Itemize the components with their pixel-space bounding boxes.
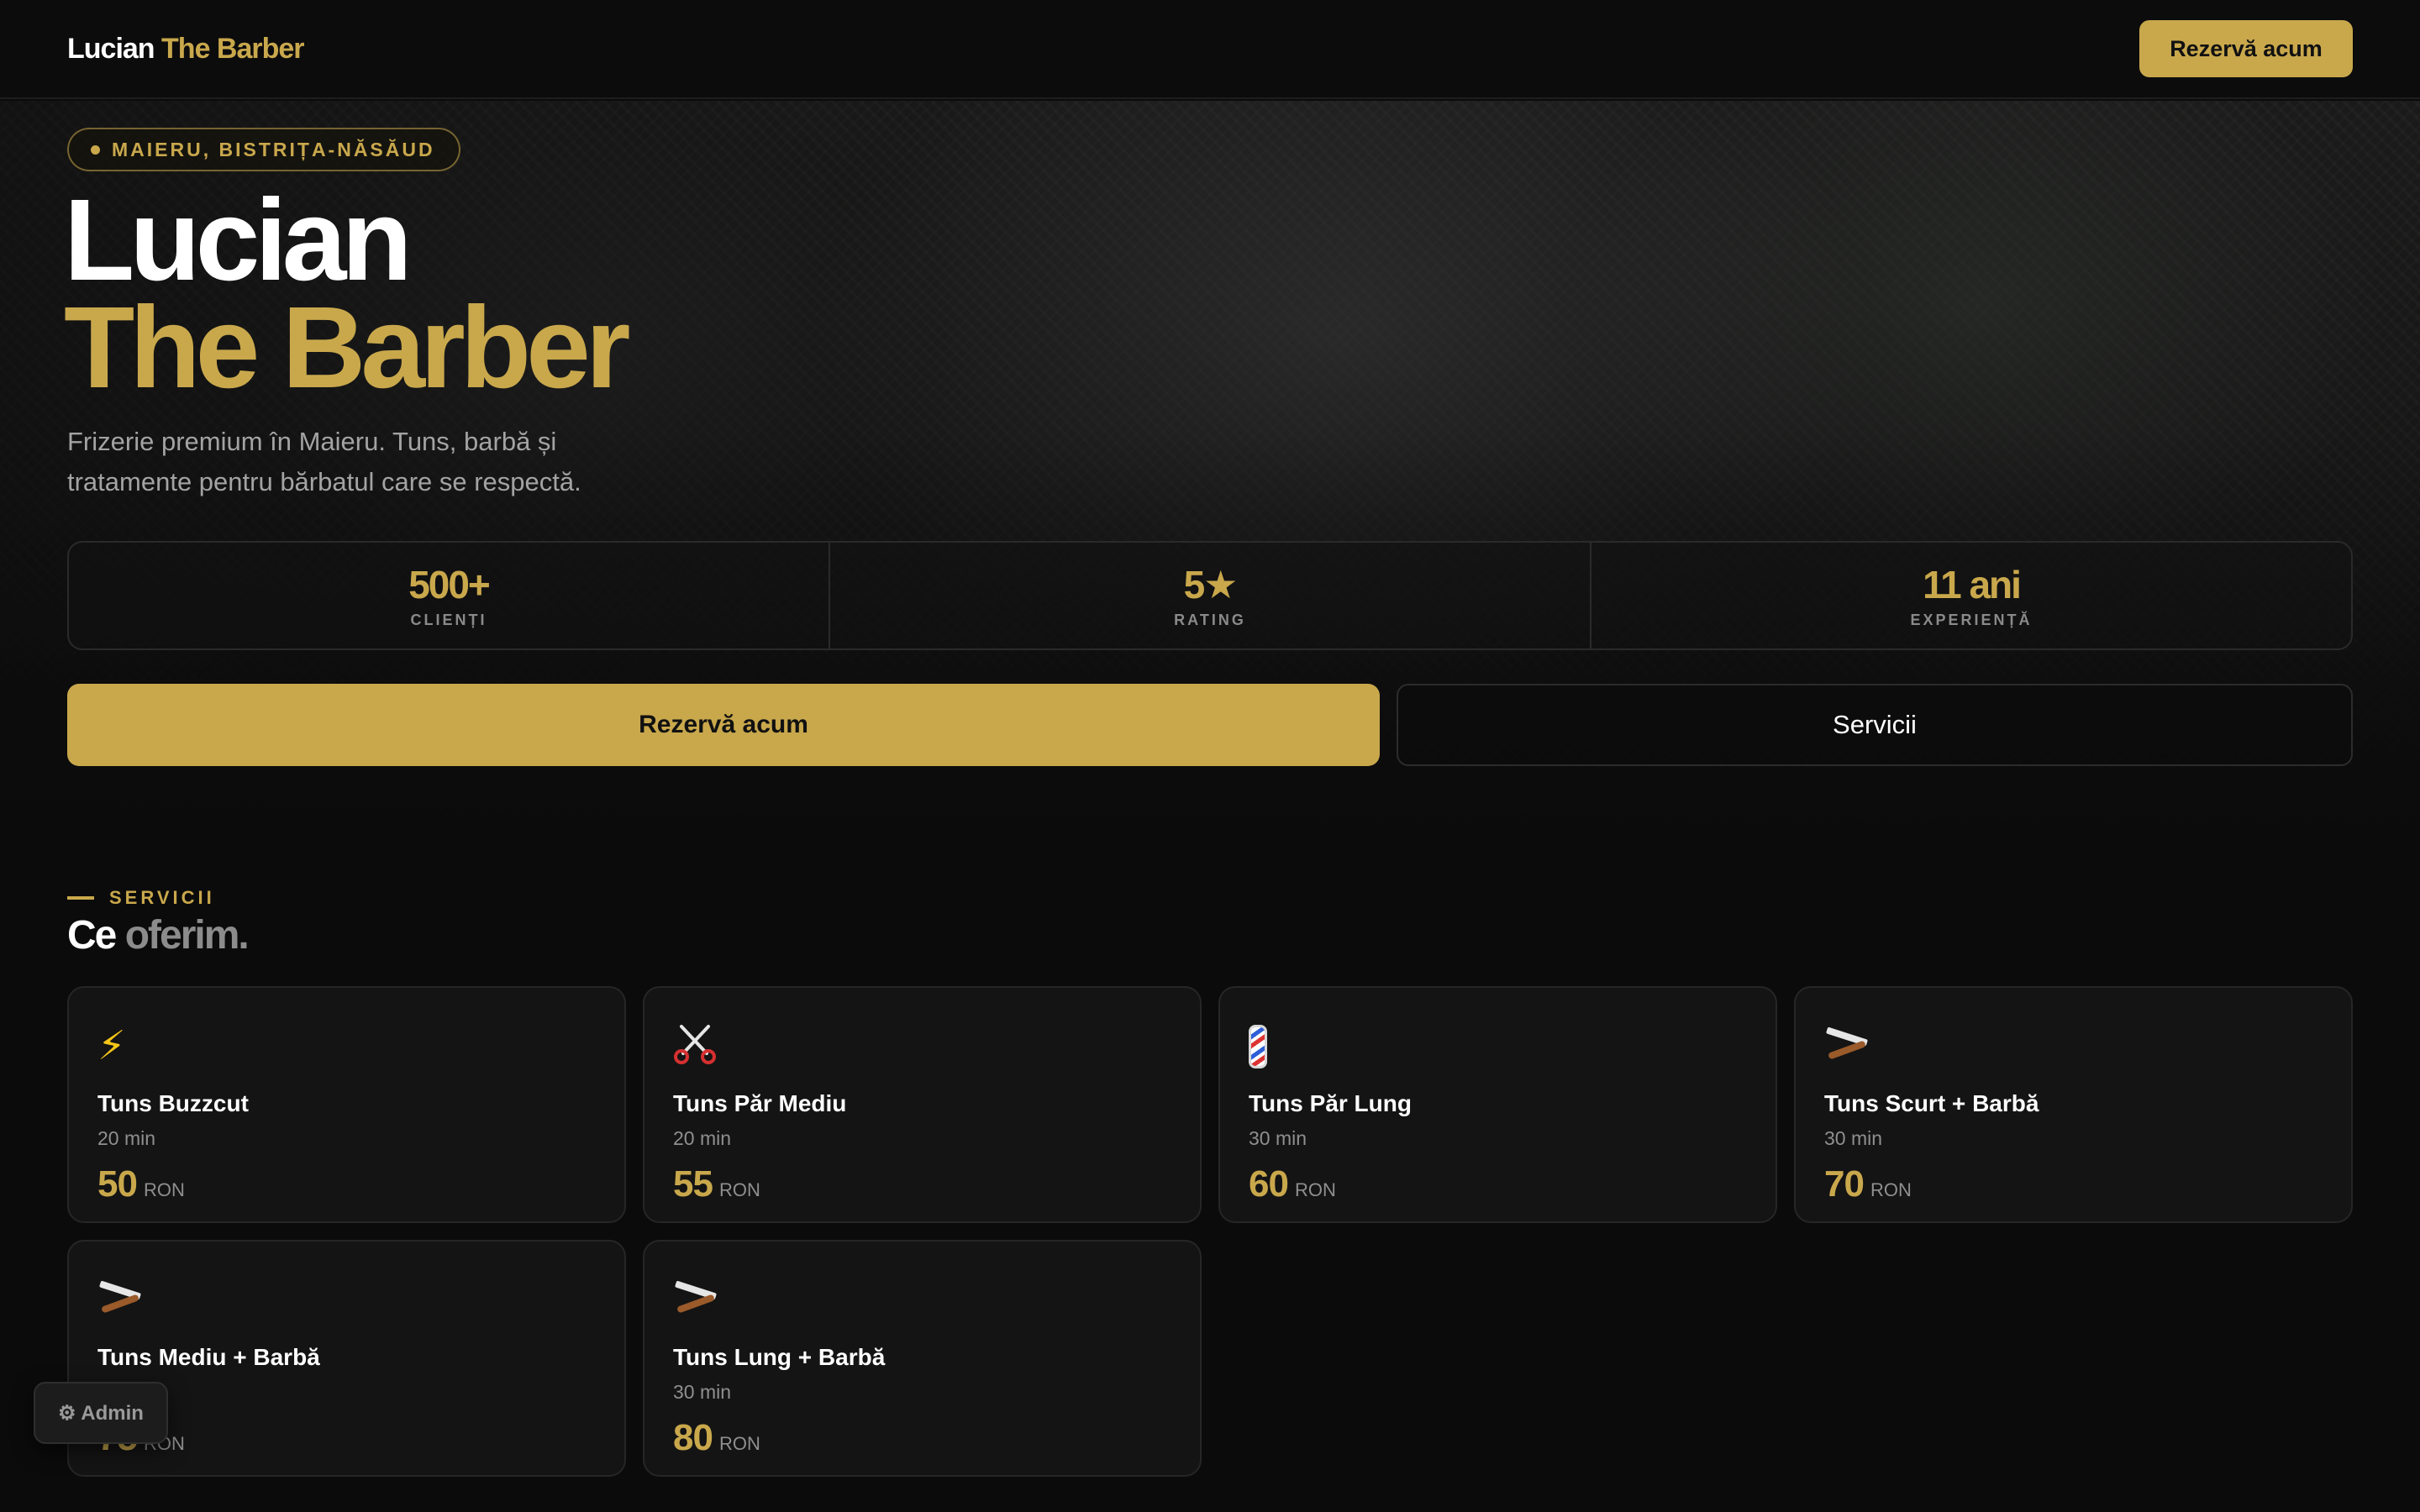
book-now-button[interactable]: Rezervă acum [67,684,1380,766]
services-title-first: Ce [67,913,117,958]
stat-value: 11 ani [1923,562,2022,606]
brand-name-first: Lucian [67,32,155,65]
service-card[interactable]: ⚡ Tuns Buzzcut 20 min 50 RON [67,986,626,1223]
service-card[interactable]: Tuns Păr Lung 30 min 60 RON [1218,986,1777,1223]
service-card[interactable]: Tuns Scurt + Barbă 30 min 70 RON [1794,986,2353,1223]
service-price: 70 RON [1824,1163,2323,1205]
admin-button[interactable]: ⚙ Admin [34,1382,168,1444]
location-badge: MAIERU, BISTRIȚA-NĂSĂUD [67,128,460,171]
service-name: Tuns Păr Lung [1249,1090,1412,1116]
price-value: 80 [673,1417,713,1458]
service-duration: 20 min [97,1127,156,1149]
service-price: 50 RON [97,1163,596,1205]
price-currency: RON [1294,1179,1336,1200]
services-title-second: oferim. [124,913,250,958]
eyebrow-text: SERVICII [109,887,215,908]
service-price: 75 RON [97,1417,596,1459]
razor-icon [673,1275,1171,1326]
price-value: 60 [1249,1163,1289,1205]
service-name: Tuns Scurt + Barbă [1824,1090,2039,1116]
price-currency: RON [718,1433,760,1454]
barber-pole-icon [1249,1021,1747,1072]
services-grid: ⚡ Tuns Buzzcut 20 min 50 RON Tuns Păr Me… [67,986,2353,1477]
hero-title: Lucian The Barber [64,176,631,412]
service-card[interactable]: Tuns Păr Mediu 20 min 55 RON [643,986,1202,1223]
price-value: 50 [97,1163,138,1205]
location-text: MAIERU, BISTRIȚA-NĂSĂUD [112,138,435,160]
hero-title-line2: The Barber [64,283,631,412]
razor-icon [1824,1021,2323,1072]
price-value: 70 [1824,1163,1865,1205]
lightning-icon: ⚡ [97,1024,126,1068]
brand-logo[interactable]: Lucian The Barber [67,32,305,66]
stat-label: CLIENȚI [410,611,487,628]
service-duration: 30 min [97,1381,596,1404]
stat-clients: 500+ CLIENȚI [69,543,829,648]
header-book-button[interactable]: Rezervă acum [2139,20,2353,77]
stat-rating: 5★ RATING [829,543,1590,648]
price-value: 55 [673,1163,713,1205]
stat-label: RATING [1174,611,1246,628]
scissors-icon [673,1021,1171,1072]
hero-subtitle: Frizerie premium în Maieru. Tuns, barbă … [67,427,581,496]
eyebrow-line [67,896,94,900]
stats-bar: 500+ CLIENȚI 5★ RATING 11 ani EXPERIENȚĂ [67,541,2353,650]
stat-value: 500+ [408,562,491,606]
stat-value: 5★ [1183,562,1239,606]
service-duration: 20 min [673,1127,732,1149]
top-navbar: Lucian The Barber Rezervă acum [0,0,2420,99]
service-duration: 30 min [1824,1127,1883,1149]
stat-experience: 11 ani EXPERIENȚĂ [1590,543,2351,648]
service-price: 80 RON [673,1417,1171,1459]
services-button[interactable]: Servicii [1397,684,2353,766]
price-currency: RON [718,1179,760,1200]
service-name: Tuns Mediu + Barbă [97,1344,320,1370]
razor-icon [97,1275,596,1326]
services-title: Ce oferim. [67,912,250,958]
services-eyebrow: SERVICII [67,887,215,909]
service-name: Tuns Lung + Barbă [673,1344,886,1370]
location-dot-icon [91,144,100,155]
service-duration: 30 min [1249,1127,1307,1149]
service-name: Tuns Buzzcut [97,1090,249,1116]
brand-name-second: The Barber [161,32,304,65]
service-duration: 30 min [673,1381,732,1403]
service-price: 60 RON [1249,1163,1747,1205]
service-name: Tuns Păr Mediu [673,1090,847,1116]
service-price: 55 RON [673,1163,1171,1205]
hero-title-line1: Lucian [64,176,413,305]
price-currency: RON [1870,1179,1912,1200]
service-card[interactable]: Tuns Lung + Barbă 30 min 80 RON [643,1240,1202,1477]
price-currency: RON [143,1179,185,1200]
stat-label: EXPERIENȚĂ [1910,611,2033,628]
